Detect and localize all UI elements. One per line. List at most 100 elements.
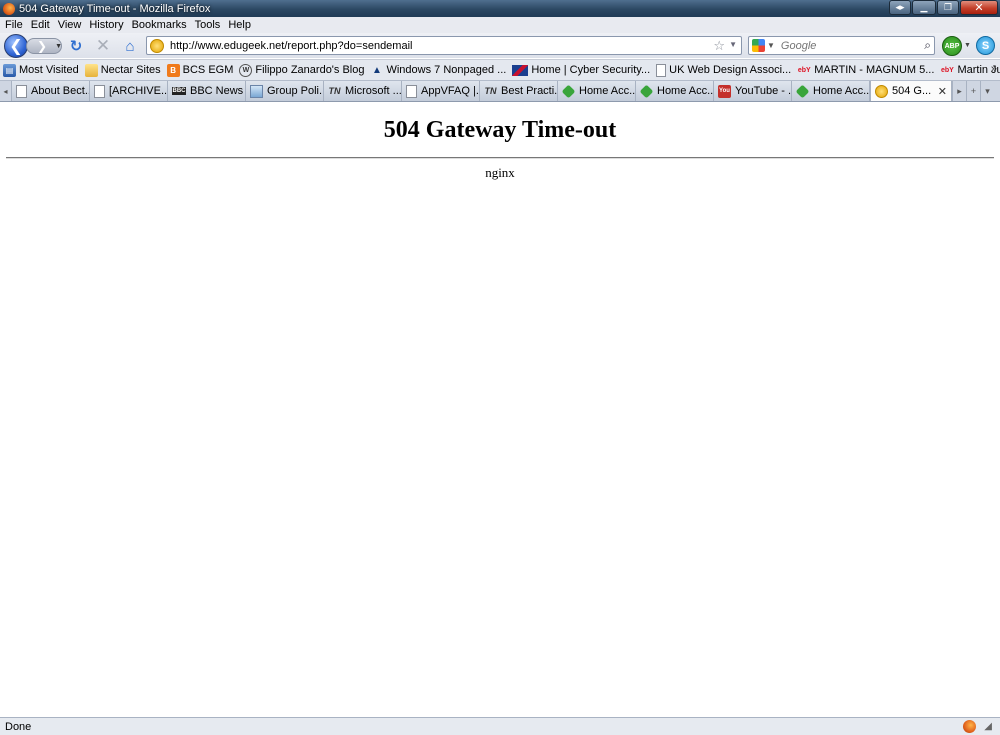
tab-scroll-right-icon[interactable]: ▸ [952,81,966,101]
stop-icon[interactable]: ✕ [94,36,112,55]
tab[interactable]: Home Acc... [792,81,870,101]
bookmark-nectar-sites[interactable]: Nectar Sites [84,63,161,77]
status-bar: Done ◢ [0,717,1000,735]
forward-arrow-icon: ❯ [37,39,48,53]
tab[interactable]: Home Acc... [558,81,636,101]
list-all-tabs-icon[interactable]: ▾ [980,81,994,101]
ebay-icon: ebY [797,66,811,74]
adblock-dropdown-icon[interactable]: ▼ [964,42,971,49]
home-icon[interactable]: ⌂ [121,37,139,55]
forward-button[interactable]: ❯ ▼ [26,38,62,54]
wordpress-icon: W [239,63,253,77]
tab-label: Best Practi... [501,85,558,97]
adblock-plus-icon[interactable]: ABP [942,36,962,56]
maximize-button[interactable]: ❐ [937,0,959,15]
url-dropdown-icon[interactable]: ▼ [729,40,737,49]
uk-flag-icon [512,64,529,76]
tab[interactable]: BBC BBC News ... [168,81,246,101]
bookmark-label: BCS EGM [182,64,234,76]
window-title: 504 Gateway Time-out - Mozilla Firefox [19,2,211,15]
minimize-button[interactable]: ▁ [912,0,936,15]
page-icon [16,84,27,98]
close-window-button[interactable]: ✕ [960,0,998,15]
window-extra-button[interactable]: ◂▸ [889,0,911,15]
google-icon[interactable] [752,39,765,52]
search-engine-dropdown-icon[interactable]: ▼ [767,41,775,50]
bookmark-label: Nectar Sites [100,64,161,76]
history-dropdown-icon[interactable]: ▼ [55,43,62,50]
bookmark-uk-web-design[interactable]: UK Web Design Associ... [656,63,792,77]
back-arrow-icon: ❮ [9,38,23,55]
window-controls: ◂▸ ▁ ❐ ✕ [889,0,998,15]
green-hex-icon [795,84,810,98]
close-tab-icon[interactable]: ✕ [938,85,947,98]
menu-bookmarks[interactable]: Bookmarks [132,19,187,31]
tab-label: 504 G... [892,85,932,97]
bookmark-label: Filippo Zanardo's Blog [255,64,365,76]
bookmark-filippo-blog[interactable]: W Filippo Zanardo's Blog [239,63,365,77]
menu-tools[interactable]: Tools [195,19,221,31]
page-icon [94,84,105,98]
search-bar[interactable]: ▼ ⌕ [748,36,935,55]
bookmark-most-visited[interactable]: ▤ Most Visited [3,63,79,77]
bookmark-label: MARTIN - MAGNUM 5... [814,64,935,76]
bookmark-label: Windows 7 Nonpaged ... [386,64,507,76]
tab-active[interactable]: 504 G... ✕ [870,81,952,101]
folder-icon [84,63,98,77]
tab-label: AppVFAQ |... [421,85,480,97]
tab-label: [ARCHIVE... [109,85,168,97]
tab-label: Group Poli... [267,85,324,97]
bookmarks-overflow-chevron-icon[interactable]: » [991,63,997,75]
back-button[interactable]: ❮ [4,34,28,58]
bookmarks-toolbar: ▤ Most Visited Nectar Sites B BCS EGM W … [0,59,1000,80]
page-content: 504 Gateway Time-out nginx [0,103,1000,717]
skype-icon[interactable]: S [976,36,995,55]
url-text[interactable]: http://www.edugeek.net/report.php?do=sen… [170,40,412,52]
bookmark-label: Most Visited [19,64,79,76]
tab[interactable]: Home Acc... [636,81,714,101]
warning-globe-icon [875,84,888,98]
firefox-status-icon[interactable] [963,720,977,733]
tab-label: Home Acc... [813,85,870,97]
tab-label: About Bect... [31,85,90,97]
bookmark-star-icon[interactable]: ☆ [713,38,725,54]
tab[interactable]: AppVFAQ |... [402,81,480,101]
ebay-icon: ebY [941,66,954,74]
reload-icon[interactable]: ↻ [67,37,85,55]
tab[interactable]: About Bect... [12,81,90,101]
bookmark-label: UK Web Design Associ... [669,64,792,76]
bookmark-windows-7[interactable]: ▲ Windows 7 Nonpaged ... [370,64,506,77]
bookmark-cyber-security[interactable]: Home | Cyber Security... [512,64,650,76]
menu-history[interactable]: History [89,19,123,31]
server-name: nginx [485,165,515,180]
window-title-bar: 504 Gateway Time-out - Mozilla Firefox ◂… [0,0,1000,17]
tn-icon: TN [328,86,341,96]
tab[interactable]: TN Microsoft ... [324,81,402,101]
tab-label: Home Acc... [579,85,636,97]
new-tab-icon[interactable]: + [966,81,980,101]
green-hex-icon [639,84,654,98]
page-icon [656,63,667,77]
site-identity-icon[interactable] [150,38,164,53]
page-icon [406,84,417,98]
menu-file[interactable]: File [5,19,23,31]
tab-label: Home Acc... [657,85,714,97]
menu-view[interactable]: View [58,19,82,31]
status-icons: ◢ [963,720,992,733]
youtube-icon: You [718,84,731,98]
tab[interactable]: TN Best Practi... [480,81,558,101]
search-input[interactable] [780,39,921,52]
tab-scroll-left-icon[interactable]: ◂ [0,81,12,101]
address-bar[interactable]: http://www.edugeek.net/report.php?do=sen… [146,36,742,55]
resize-grip-icon[interactable]: ◢ [984,721,992,732]
tab[interactable]: You YouTube - ... [714,81,792,101]
firefox-icon [3,2,15,15]
bookmark-bcs-egm[interactable]: B BCS EGM [166,63,234,77]
menu-help[interactable]: Help [228,19,251,31]
menu-edit[interactable]: Edit [31,19,50,31]
search-icon[interactable]: ⌕ [924,38,931,53]
tab[interactable]: Group Poli... [246,81,324,101]
tab[interactable]: [ARCHIVE... [90,81,168,101]
bookmark-martin-magnum[interactable]: ebY MARTIN - MAGNUM 5... [797,64,935,77]
menu-bar: File Edit View History Bookmarks Tools H… [0,17,1000,33]
